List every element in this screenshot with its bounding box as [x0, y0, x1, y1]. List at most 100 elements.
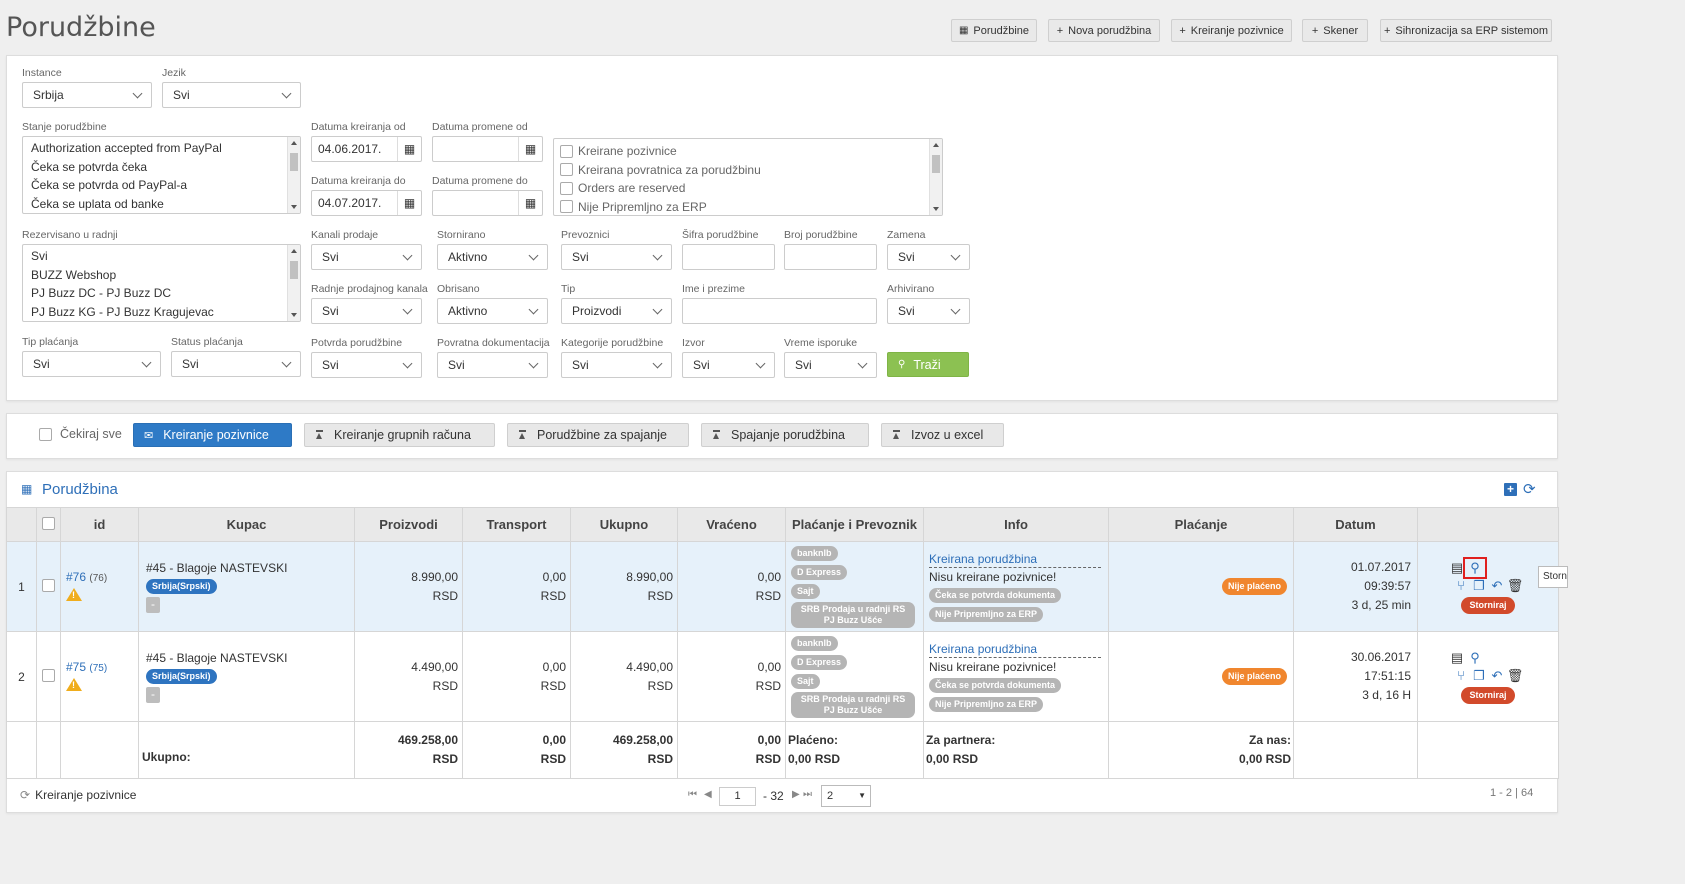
scrollbar[interactable] [929, 139, 942, 215]
calendar-icon[interactable]: ▦ [397, 191, 421, 215]
return-docs-select[interactable]: Svi [437, 352, 548, 378]
order-state-list[interactable]: Authorization accepted from PayPal Čeka … [22, 136, 301, 214]
scrollbar[interactable] [287, 245, 300, 321]
select-all-checkbox[interactable] [42, 516, 55, 530]
created-to-input[interactable]: 04.07.2017. ▦ [311, 190, 422, 216]
list-item[interactable]: BUZZ Webshop [23, 266, 300, 285]
row-checkbox[interactable] [42, 578, 55, 592]
storno-button[interactable]: Storniraj [1461, 596, 1515, 614]
checkbox[interactable] [560, 144, 573, 158]
pdf-icon[interactable]: ▤ [1448, 560, 1466, 576]
channel-stores-select[interactable]: Svi [311, 298, 422, 324]
add-icon[interactable]: + [1504, 483, 1517, 496]
list-item[interactable]: Čeka se potvrda od PayPal-a [23, 176, 300, 195]
create-invitations-button[interactable]: ✉ Kreiranje pozivnice [133, 423, 292, 447]
created-from-input[interactable]: 04.06.2017. ▦ [311, 136, 422, 162]
first-page-icon[interactable]: ⏮ [688, 789, 697, 800]
refresh-icon[interactable]: ⟳ [1523, 480, 1536, 498]
source-select[interactable]: Svi [682, 352, 775, 378]
group-invoice-button[interactable]: Kreiranje grupnih računa [304, 423, 495, 447]
reserved-store-list[interactable]: Svi BUZZ Webshop PJ Buzz DC - PJ Buzz DC… [22, 244, 301, 322]
row-checkbox[interactable] [42, 668, 55, 682]
col-date[interactable]: Datum [1293, 507, 1418, 542]
exchange-select[interactable]: Svi [887, 244, 970, 270]
orders-button[interactable]: ▦ Porudžbine [951, 19, 1037, 42]
list-item[interactable]: Čeka se uplata od banke [23, 195, 300, 214]
sales-channels-select[interactable]: Svi [311, 244, 422, 270]
collapse-button[interactable]: - [146, 686, 160, 703]
order-code-input[interactable] [682, 244, 775, 270]
checklist-item[interactable]: Orders are reserved [554, 179, 942, 198]
cancelled-select[interactable]: Aktivno [437, 244, 548, 270]
search-button[interactable]: ⚲ Traži [887, 352, 969, 377]
checkbox[interactable] [560, 181, 573, 195]
changed-to-input[interactable]: ▦ [432, 190, 543, 216]
carriers-select[interactable]: Svi [561, 244, 672, 270]
collapse-button[interactable]: - [146, 596, 160, 613]
merge-orders-button[interactable]: Spajanje porudžbina [701, 423, 869, 447]
calendar-icon[interactable]: ▦ [397, 137, 421, 161]
check-all[interactable]: Čekiraj sve [39, 427, 122, 441]
export-excel-button[interactable]: Izvoz u excel [881, 423, 1004, 447]
full-name-input[interactable] [682, 298, 877, 324]
info-link[interactable]: Kreirana porudžbina [929, 642, 1037, 656]
pdf-icon[interactable]: ▤ [1448, 650, 1466, 666]
page-input[interactable]: 1 [719, 787, 756, 806]
footer-create-invitation[interactable]: ⟳ Kreiranje pozivnice [20, 788, 136, 802]
changed-from-input[interactable]: ▦ [432, 136, 543, 162]
checkbox[interactable] [560, 200, 573, 214]
undo-icon[interactable]: ↶ [1488, 668, 1506, 684]
order-categories-select[interactable]: Svi [561, 352, 672, 378]
create-invitation-button[interactable]: + Kreiranje pozivnice [1171, 19, 1292, 42]
col-info[interactable]: Info [923, 507, 1109, 542]
col-products[interactable]: Proizvodi [354, 507, 463, 542]
order-id-link[interactable]: #75 [66, 660, 86, 674]
checkbox[interactable] [560, 163, 573, 177]
scrollbar[interactable] [287, 137, 300, 213]
language-select[interactable]: Svi [162, 82, 301, 108]
last-page-icon[interactable]: ⏭ [803, 789, 812, 800]
copy-icon[interactable]: ❐ [1470, 578, 1488, 594]
search-icon[interactable]: ⚲ [1463, 556, 1487, 579]
list-item[interactable]: Authorization accepted from PayPal [23, 139, 300, 158]
trash-icon[interactable]: 🗑 [1506, 578, 1524, 594]
list-item[interactable]: Čeka se potvrda čeka [23, 158, 300, 177]
info-link[interactable]: Kreirana porudžbina [929, 552, 1037, 566]
trash-icon[interactable]: 🗑 [1506, 668, 1524, 684]
order-confirmation-select[interactable]: Svi [311, 352, 422, 378]
col-payment-carrier[interactable]: Plaćanje i Prevoznik [785, 507, 924, 542]
payment-status-select[interactable]: Svi [171, 351, 301, 377]
instance-select[interactable]: Srbija [22, 82, 152, 108]
col-id[interactable]: id [60, 507, 139, 542]
check-all-checkbox[interactable] [39, 427, 52, 441]
new-order-button[interactable]: + Nova porudžbina [1048, 19, 1160, 42]
page-size-select[interactable]: 2 ▼ [821, 785, 871, 807]
calendar-icon[interactable]: ▦ [518, 137, 542, 161]
storno-button[interactable]: Storniraj [1461, 686, 1515, 704]
order-number-input[interactable] [784, 244, 877, 270]
list-item[interactable]: PJ Buzz KG - PJ Buzz Kragujevac [23, 303, 300, 322]
list-item[interactable]: Svi [23, 247, 300, 266]
scanner-button[interactable]: + Skener [1302, 19, 1368, 42]
orders-merge-button[interactable]: Porudžbine za spajanje [507, 423, 689, 447]
checklist-item[interactable]: Kreirana povratnica za porudžbinu [554, 161, 942, 180]
table-row[interactable]: 2 #75 (75) #45 - Blagoje NASTEVSKI Srbij… [6, 631, 1559, 722]
flags-checklist[interactable]: Kreirane pozivnice Kreirana povratnica z… [553, 138, 943, 216]
delivery-time-select[interactable]: Svi [784, 352, 877, 378]
payment-type-select[interactable]: Svi [22, 351, 161, 377]
search-icon[interactable]: ⚲ [1466, 650, 1484, 666]
split-icon[interactable]: ⑂ [1452, 578, 1470, 593]
col-customer[interactable]: Kupac [138, 507, 355, 542]
type-select[interactable]: Proizvodi [561, 298, 672, 324]
next-page-icon[interactable]: ▶ [792, 789, 800, 800]
calendar-icon[interactable]: ▦ [518, 191, 542, 215]
col-total[interactable]: Ukupno [570, 507, 678, 542]
checklist-item[interactable]: Kreirane pozivnice [554, 142, 942, 161]
col-returned[interactable]: Vraćeno [677, 507, 786, 542]
erp-sync-button[interactable]: + Sihronizacija sa ERP sistemom [1380, 19, 1552, 42]
order-id-link[interactable]: #76 [66, 570, 86, 584]
table-row[interactable]: 1 #76 (76) #45 - Blagoje NASTEVSKI Srbij… [6, 541, 1559, 632]
col-transport[interactable]: Transport [462, 507, 571, 542]
list-item[interactable]: PJ Buzz DC - PJ Buzz DC [23, 284, 300, 303]
undo-icon[interactable]: ↶ [1488, 578, 1506, 594]
